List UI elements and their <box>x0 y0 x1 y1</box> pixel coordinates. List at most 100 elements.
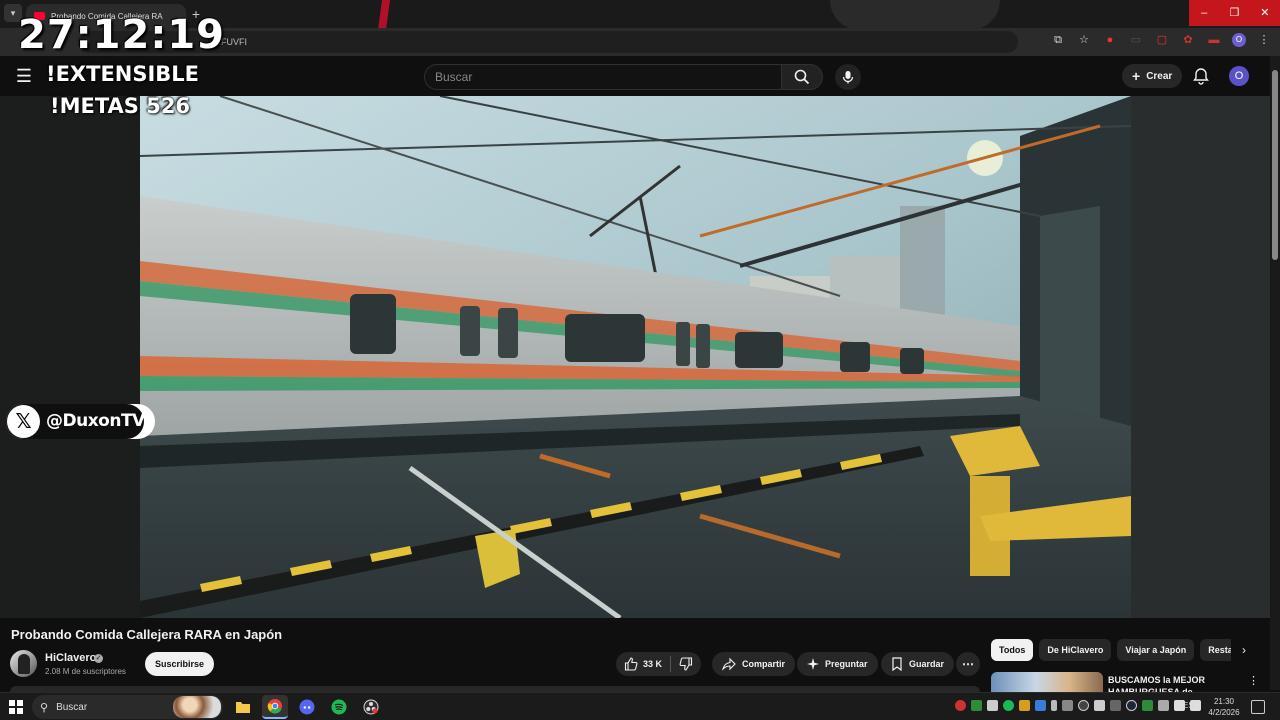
recommended-video-thumbnail[interactable] <box>991 672 1103 692</box>
taskbar-search[interactable]: ⚲ Buscar <box>32 695 223 719</box>
thumbs-up-icon <box>624 657 638 671</box>
video-title: Probando Comida Callejera RARA en Japón <box>11 627 283 642</box>
tray-app-icon[interactable] <box>1035 700 1046 711</box>
thumbs-down-icon <box>679 657 693 671</box>
obs-icon[interactable] <box>358 695 384 719</box>
account-avatar[interactable]: O <box>1229 66 1249 86</box>
recommended-more-icon[interactable]: ⋮ <box>1248 674 1259 687</box>
notifications-bell-icon[interactable] <box>1192 67 1210 85</box>
chip-from-channel[interactable]: De HiClavero <box>1039 639 1112 661</box>
social-badge: 𝕏 @DuxonTV <box>6 404 155 439</box>
page-scrollbar[interactable] <box>1270 56 1280 690</box>
search-bar <box>424 64 861 90</box>
bookmark-icon <box>892 657 902 671</box>
steam-icon[interactable] <box>1126 700 1137 711</box>
save-button[interactable]: Guardar <box>881 652 955 676</box>
search-input[interactable] <box>424 64 781 90</box>
dislike-button[interactable] <box>671 652 701 676</box>
tray-app-icon[interactable] <box>1062 700 1073 711</box>
install-app-icon[interactable]: ⧉ <box>1050 32 1066 48</box>
discord-icon[interactable] <box>294 695 320 719</box>
chevron-right-icon[interactable]: › <box>1236 642 1252 658</box>
scrollbar-thumb[interactable] <box>1272 70 1278 260</box>
tray-app-icon[interactable] <box>1142 700 1153 711</box>
taskbar-apps <box>230 695 384 719</box>
chip-restaurants[interactable]: Resta <box>1200 639 1231 661</box>
input-language[interactable]: ESP <box>1183 701 1199 710</box>
tray-app-icon[interactable] <box>1094 700 1105 711</box>
file-explorer-icon[interactable] <box>230 695 256 719</box>
tray-app-icon[interactable] <box>1158 700 1169 711</box>
share-button[interactable]: Compartir <box>712 652 796 676</box>
menu-icon[interactable]: ☰ <box>14 66 34 86</box>
subscribe-button[interactable]: Suscribirse <box>145 652 214 676</box>
extension-icon[interactable]: ✿ <box>1180 32 1196 48</box>
tray-app-icon[interactable] <box>1019 700 1030 711</box>
stream-command-metas: !METAS 526 <box>50 94 191 118</box>
recommendation-chips: Todos De HiClavero Viajar a Japón Resta <box>991 639 1231 661</box>
clock-date: 4/2/2026 <box>1208 708 1240 717</box>
notifications-icon[interactable] <box>1251 700 1265 714</box>
taskbar-clock[interactable]: 21:30 4/2/2026 <box>1206 696 1242 718</box>
system-tray <box>955 700 1201 711</box>
extension-icon[interactable]: ▭ <box>1128 32 1144 48</box>
stream-command-extensible: !EXTENSIBLE <box>46 62 200 86</box>
video-player[interactable]: 𝕏 @DuxonTV <box>0 96 1270 618</box>
plus-icon: + <box>1132 68 1141 84</box>
x-logo-icon: 𝕏 <box>7 405 40 438</box>
channel-name[interactable]: HiClavero <box>45 652 96 664</box>
tray-app-icon[interactable] <box>1078 700 1089 711</box>
search-icon <box>794 69 810 85</box>
tray-app-icon[interactable] <box>1110 700 1121 711</box>
bookmark-star-icon[interactable]: ☆ <box>1076 32 1092 48</box>
tray-app-icon[interactable] <box>1003 700 1014 711</box>
create-label: Crear <box>1146 70 1173 82</box>
more-actions-icon[interactable]: ⋯ <box>956 652 980 676</box>
windows-start-icon[interactable] <box>9 700 23 714</box>
ask-label: Preguntar <box>825 659 868 669</box>
search-highlight-image <box>173 696 221 718</box>
maximize-button[interactable]: ❐ <box>1219 0 1249 26</box>
close-window-button[interactable]: ✕ <box>1250 0 1280 26</box>
player-letterbox-left <box>0 96 140 618</box>
player-letterbox-right <box>1131 96 1270 618</box>
video-frame-train-crossing[interactable] <box>140 96 1131 618</box>
wallpaper-accent <box>377 0 391 30</box>
extension-icon[interactable]: ▬ <box>1206 32 1222 48</box>
verified-check-icon: ✓ <box>94 654 103 663</box>
browser-menu-icon[interactable]: ⋮ <box>1256 32 1272 48</box>
search-button[interactable] <box>781 64 823 90</box>
save-label: Guardar <box>909 659 945 669</box>
channel-avatar[interactable] <box>10 650 37 677</box>
spotify-icon[interactable] <box>326 695 352 719</box>
ask-button[interactable]: Preguntar <box>797 652 878 676</box>
share-icon <box>722 657 736 671</box>
chrome-icon[interactable] <box>262 695 288 719</box>
share-label: Compartir <box>742 659 786 669</box>
extension-icon[interactable]: ▢ <box>1154 32 1170 48</box>
tray-app-icon[interactable] <box>971 700 982 711</box>
wallpaper-shape <box>830 0 1000 30</box>
microphone-icon[interactable] <box>1051 700 1057 711</box>
like-button[interactable]: 33 K <box>616 652 670 676</box>
chip-travel-japan[interactable]: Viajar a Japón <box>1117 639 1195 661</box>
tray-app-icon[interactable] <box>955 700 966 711</box>
extension-icon[interactable]: ● <box>1102 32 1118 48</box>
windows-taskbar: ⚲ Buscar ESP 21:30 4/2/2026 <box>0 692 1280 720</box>
social-handle: @DuxonTV <box>46 411 145 431</box>
stream-timer: 27:12:19 <box>18 12 225 58</box>
microphone-icon <box>842 71 854 84</box>
voice-search-button[interactable] <box>835 64 861 90</box>
taskbar-search-label: Buscar <box>56 701 88 713</box>
chip-all[interactable]: Todos <box>991 639 1034 661</box>
clock-time: 21:30 <box>1213 697 1235 706</box>
subscriber-count: 2.08 M de suscriptores <box>45 667 126 676</box>
search-icon: ⚲ <box>40 701 49 714</box>
like-dislike-group: 33 K <box>616 652 702 676</box>
tray-app-icon[interactable] <box>987 700 998 711</box>
browser-profile-icon[interactable]: O <box>1232 33 1246 47</box>
minimize-button[interactable]: – <box>1189 0 1219 26</box>
create-button[interactable]: + Crear <box>1122 64 1183 88</box>
window-controls: – ❐ ✕ <box>1189 0 1280 26</box>
like-count: 33 K <box>643 659 663 669</box>
